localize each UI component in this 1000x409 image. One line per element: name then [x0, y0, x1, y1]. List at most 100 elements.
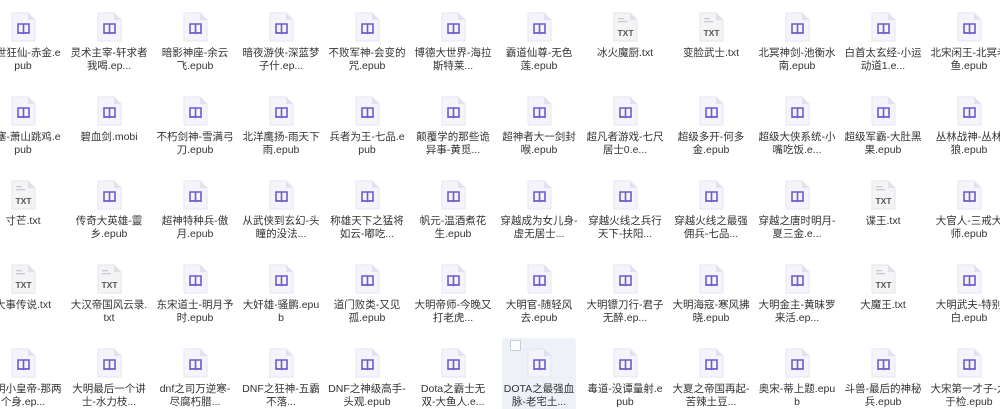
ebook-file-item[interactable]: 碧血剑.mobi: [66, 88, 152, 168]
file-name: 超凡者游戏-七尺居士0.e...: [586, 131, 664, 156]
file-name: 大汉帝国风云录.txt: [70, 299, 148, 324]
ebook-file-item[interactable]: 北冥神剑-池衡水南.epub: [754, 4, 840, 84]
txt-file-item[interactable]: TXT 变脸武士.txt: [668, 4, 754, 84]
ebook-file-item[interactable]: 大宋第一才子-九于检.epub: [926, 340, 1000, 409]
ebook-file-icon: [526, 96, 552, 126]
ebook-file-item[interactable]: DNF之神级高手-头观.epub: [324, 340, 410, 409]
ebook-file-item[interactable]: 奥宋-蒂上题.epub: [754, 340, 840, 409]
ebook-file-item[interactable]: 不败军神-会变的咒.epub: [324, 4, 410, 84]
ebook-file-icon: [698, 96, 724, 126]
ebook-file-item[interactable]: 道门败类-又见孤.epub: [324, 256, 410, 336]
ebook-file-item[interactable]: 超神特种兵-傲月.epub: [152, 172, 238, 252]
file-name: DNF之神级高手-头观.epub: [328, 383, 406, 408]
file-name: 灵术主宰-轩求者我喝.ep...: [70, 47, 148, 72]
svg-text:TXT: TXT: [15, 196, 32, 206]
ebook-file-item[interactable]: 穿越成为女儿身-虚无居士...: [496, 172, 582, 252]
ebook-file-item[interactable]: 大明武夫-特别白.epub: [926, 256, 1000, 336]
txt-file-item[interactable]: TXT 大汉帝国风云录.txt: [66, 256, 152, 336]
ebook-file-item[interactable]: 从武侠到玄幻-头瞳的没法...: [238, 172, 324, 252]
ebook-file-item[interactable]: 北洋鹰扬-雨天下雨.epub: [238, 88, 324, 168]
ebook-file-item[interactable]: 兵者为王-七品.epub: [324, 88, 410, 168]
ebook-file-item[interactable]: 灵术主宰-轩求者我喝.ep...: [66, 4, 152, 84]
ebook-file-item[interactable]: DNF之狂神-五霸不落...: [238, 340, 324, 409]
ebook-file-item[interactable]: 称雄天下之猛将如云-嘟吃...: [324, 172, 410, 252]
file-name: 超级军霸-大肚黑果.epub: [844, 131, 922, 156]
ebook-file-item[interactable]: 大明海寇-寒风拂晓.epub: [668, 256, 754, 336]
file-name: 不朽剑神-雪满弓刀.epub: [156, 131, 234, 156]
select-checkbox[interactable]: [510, 340, 521, 351]
ebook-file-item[interactable]: 丛林战神-丛林狼.epub: [926, 88, 1000, 168]
file-name: 超神特种兵-傲月.epub: [161, 215, 229, 240]
txt-file-item[interactable]: TXT 谍王.txt: [840, 172, 926, 252]
ebook-file-item[interactable]: 大明官-随轻风去.epub: [496, 256, 582, 336]
svg-text:TXT: TXT: [703, 28, 720, 38]
ebook-file-item[interactable]: 大夏之帝国再起-苦辣土豆...: [668, 340, 754, 409]
ebook-file-icon: [96, 348, 122, 378]
txt-file-item[interactable]: TXT 大魔王.txt: [840, 256, 926, 336]
txt-file-item[interactable]: TXT 大事传说.txt: [0, 256, 66, 336]
ebook-file-item[interactable]: 超神者大一剑封喉.epub: [496, 88, 582, 168]
file-name: 北洋鹰扬-雨天下雨.epub: [242, 131, 320, 156]
txt-file-icon: TXT: [612, 12, 638, 42]
ebook-file-icon: [96, 96, 122, 126]
ebook-file-icon: [956, 96, 982, 126]
ebook-file-item[interactable]: 白首太玄经-小运动道1.e...: [840, 4, 926, 84]
ebook-file-icon: [354, 264, 380, 294]
ebook-file-item[interactable]: 大官人-三戒大师.epub: [926, 172, 1000, 252]
ebook-file-item[interactable]: 北宋闲王-北冥老鱼.epub: [926, 4, 1000, 84]
ebook-file-icon: [784, 12, 810, 42]
ebook-file-item[interactable]: 颠覆学的那些诡异事-黄觅...: [410, 88, 496, 168]
ebook-file-icon: [10, 96, 36, 126]
file-name: 穿越成为女儿身-虚无居士...: [500, 215, 578, 240]
ebook-file-item[interactable]: 传奇大英雄-靈乡.epub: [66, 172, 152, 252]
ebook-file-item[interactable]: 穿越火线之最强佣兵-七品...: [668, 172, 754, 252]
ebook-file-item[interactable]: 超级军霸-大肚黑果.epub: [840, 88, 926, 168]
ebook-file-icon: [440, 348, 466, 378]
ebook-file-item[interactable]: 暗夜游侠-深蓝梦子什.ep...: [238, 4, 324, 84]
ebook-file-item[interactable]: 东宋道士-明月予时.epub: [152, 256, 238, 336]
file-name: 大明武夫-特别白.epub: [935, 299, 1000, 324]
ebook-file-item[interactable]: 大明镖刀行-君子无醉.ep...: [582, 256, 668, 336]
ebook-file-item[interactable]: 大明小皇帝-那两个身.ep...: [0, 340, 66, 409]
ebook-file-icon: [612, 96, 638, 126]
txt-file-item[interactable]: TXT 寸芒.txt: [0, 172, 66, 252]
ebook-file-icon: [526, 180, 552, 210]
ebook-file-item[interactable]: 暗影神座-余云飞.epub: [152, 4, 238, 84]
ebook-file-icon: [440, 264, 466, 294]
ebook-file-icon: [182, 264, 208, 294]
txt-file-icon: TXT: [870, 180, 896, 210]
ebook-file-item[interactable]: 斗兽-最后的神秘兵.epub: [840, 340, 926, 409]
ebook-file-item[interactable]: 博德大世界-海拉斯特莱...: [410, 4, 496, 84]
ebook-file-item[interactable]: 不朽剑神-雪满弓刀.epub: [152, 88, 238, 168]
ebook-file-item[interactable]: 边塞-萧山跳鸡.epub: [0, 88, 66, 168]
ebook-file-icon: [698, 180, 724, 210]
file-name: 丛林战神-丛林狼.epub: [935, 131, 1000, 156]
ebook-file-icon: [268, 180, 294, 210]
ebook-file-item[interactable]: Dota之霸士无双-大鱼人.e...: [410, 340, 496, 409]
ebook-file-item[interactable]: 傲世狂仙-赤金.epub: [0, 4, 66, 84]
file-name: 暗夜游侠-深蓝梦子什.ep...: [242, 47, 320, 72]
ebook-file-item[interactable]: 毒道-没谭量射.epub: [582, 340, 668, 409]
ebook-file-item[interactable]: 超凡者游戏-七尺居士0.e...: [582, 88, 668, 168]
ebook-file-item[interactable]: DOTA之最强血脉-老宅土...: [496, 338, 582, 409]
ebook-file-item[interactable]: 超级多开-何多金.epub: [668, 88, 754, 168]
ebook-file-item[interactable]: 帆元-温酒煮花生.epub: [410, 172, 496, 252]
file-name: DOTA之最强血脉-老宅土...: [503, 383, 575, 408]
ebook-file-item[interactable]: 大明最后一个讲士-水力枝...: [66, 340, 152, 409]
file-name: 大明最后一个讲士-水力枝...: [72, 383, 146, 408]
ebook-file-icon: [354, 180, 380, 210]
ebook-file-item[interactable]: 穿越火线之兵行天下-扶阳...: [582, 172, 668, 252]
ebook-file-item[interactable]: 大奸雄-骚鹏.epub: [238, 256, 324, 336]
txt-file-item[interactable]: TXT 冰火魔厨.txt: [582, 4, 668, 84]
ebook-file-item[interactable]: 超级大侠系统-小嘴吃饭.e...: [754, 88, 840, 168]
file-name: 帆元-温酒煮花生.epub: [419, 215, 487, 240]
file-name: 大奸雄-骚鹏.epub: [242, 299, 320, 324]
ebook-file-item[interactable]: 大明金主-黄昧罗来活.ep...: [754, 256, 840, 336]
ebook-file-item[interactable]: dnf之司万逆寒-尽腐朽腊...: [152, 340, 238, 409]
ebook-file-icon: [956, 348, 982, 378]
ebook-file-item[interactable]: 霸道仙尊-无色莲.epub: [496, 4, 582, 84]
file-name: 寸芒.txt: [5, 215, 41, 227]
ebook-file-item[interactable]: 大明帝师-今晚又打老虎...: [410, 256, 496, 336]
ebook-file-item[interactable]: 穿越之唐时明月-夏三金.e...: [754, 172, 840, 252]
file-name: 博德大世界-海拉斯特莱...: [414, 47, 492, 72]
